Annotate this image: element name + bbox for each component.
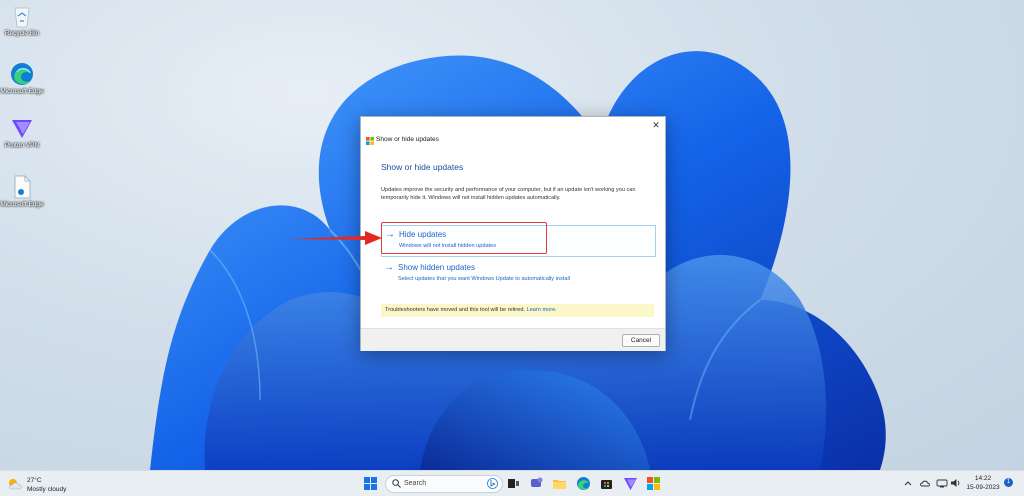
close-button[interactable]: ✕ bbox=[650, 119, 662, 131]
start-icon[interactable] bbox=[363, 476, 378, 491]
file-explorer-icon[interactable] bbox=[552, 476, 567, 491]
recycle-bin-icon bbox=[14, 7, 30, 28]
desktop-icon-label: Proton VPN bbox=[4, 142, 40, 149]
search-icon bbox=[392, 479, 401, 488]
store-icon[interactable] bbox=[599, 476, 614, 491]
dialog-heading: Show or hide updates bbox=[381, 162, 464, 172]
show-hidden-updates-option[interactable]: → Show hidden updates Select updates tha… bbox=[381, 259, 654, 289]
clock-date: 15-09-2023 bbox=[966, 484, 1000, 491]
weather-widget[interactable]: 27°C Mostly cloudy bbox=[4, 475, 84, 493]
desktop-icon-label: Microsoft Edge bbox=[0, 201, 44, 208]
weather-temperature: 27°C bbox=[27, 477, 42, 484]
weather-cloud-icon bbox=[9, 479, 22, 490]
desktop-icon-proton-vpn[interactable]: Proton VPN bbox=[0, 118, 44, 150]
volume-icon[interactable] bbox=[950, 476, 962, 490]
taskbar: 27°C Mostly cloudy Search 14:22 15-09-20… bbox=[0, 470, 1024, 496]
desktop-icon-label: Recycle Bin bbox=[4, 30, 40, 37]
retirement-banner: Troubleshooters have moved and this tool… bbox=[381, 304, 654, 317]
weather-condition: Mostly cloudy bbox=[27, 486, 67, 493]
cancel-button[interactable]: Cancel bbox=[622, 334, 660, 347]
learn-more-link[interactable]: Learn more. bbox=[527, 307, 557, 313]
desktop-icon-microsoft-edge[interactable]: Microsoft Edge bbox=[0, 62, 44, 96]
chat-icon[interactable] bbox=[529, 476, 544, 491]
dialog-title: Show or hide updates bbox=[376, 136, 439, 143]
annotation-arrow-icon bbox=[287, 231, 382, 245]
bing-icon bbox=[487, 478, 498, 489]
document-icon bbox=[14, 175, 31, 199]
network-icon[interactable] bbox=[936, 476, 948, 490]
chevron-up-icon[interactable] bbox=[902, 476, 914, 490]
arrow-right-icon: → bbox=[384, 262, 394, 273]
option-title: Show hidden updates bbox=[398, 263, 475, 272]
desktop-icon-microsoft-edge-doc[interactable]: Microsoft Edge bbox=[0, 175, 44, 209]
windows-logo-icon bbox=[366, 137, 374, 145]
banner-text: Troubleshooters have moved and this tool… bbox=[385, 307, 527, 313]
edge-icon bbox=[11, 63, 33, 85]
dialog-footer: Cancel bbox=[361, 328, 665, 351]
task-view-icon[interactable] bbox=[506, 476, 521, 491]
proton-vpn-icon[interactable] bbox=[623, 476, 638, 491]
dialog-intro-text: Updates improve the security and perform… bbox=[381, 187, 636, 201]
annotation-highlight-box bbox=[381, 222, 547, 254]
windows-update-icon[interactable] bbox=[646, 476, 661, 491]
edge-icon[interactable] bbox=[576, 476, 591, 491]
desktop-icon-recycle-bin[interactable]: Recycle Bin bbox=[0, 4, 44, 38]
clock-time: 14:22 bbox=[974, 475, 992, 482]
desktop-icon-label: Microsoft Edge bbox=[0, 88, 44, 95]
clock[interactable]: 14:22 15-09-2023 bbox=[962, 474, 1004, 492]
cloud-icon[interactable] bbox=[919, 476, 931, 490]
search-placeholder: Search bbox=[404, 479, 427, 487]
proton-vpn-icon bbox=[12, 120, 32, 138]
notification-badge[interactable]: 1 bbox=[1004, 478, 1013, 487]
taskbar-search-box[interactable]: Search bbox=[385, 475, 503, 493]
close-icon: ✕ bbox=[652, 120, 660, 130]
option-description: Select updates that you want Windows Upd… bbox=[398, 276, 570, 282]
